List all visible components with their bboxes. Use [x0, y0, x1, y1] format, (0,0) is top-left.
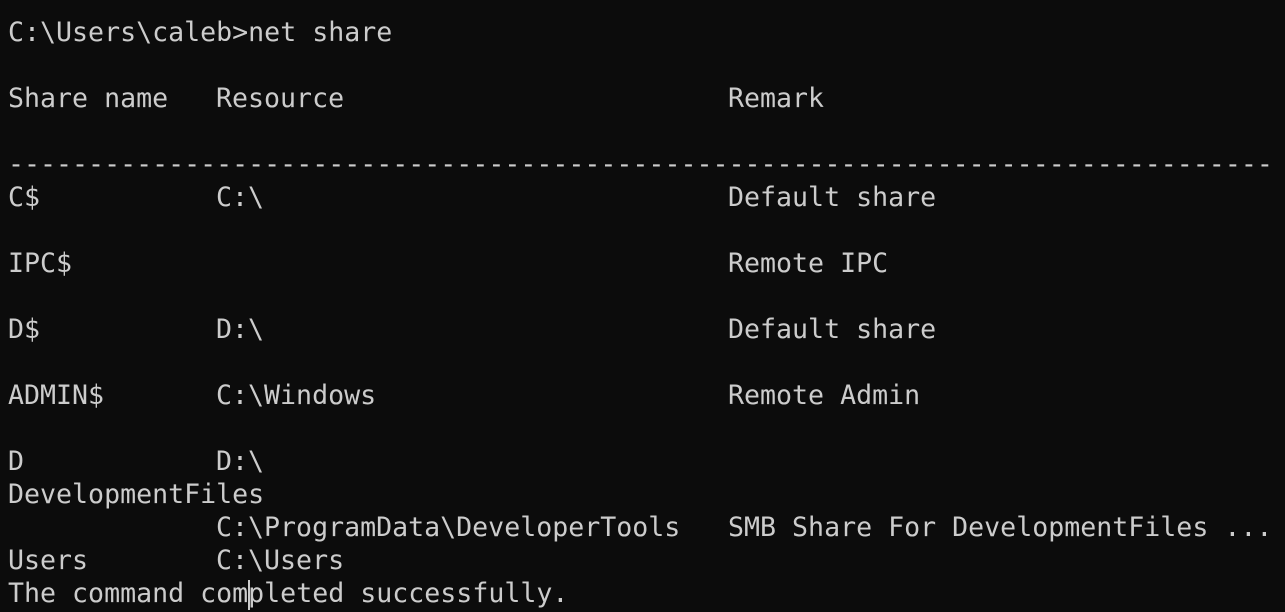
status-line: The command completed successfully.	[8, 578, 569, 609]
share-name: ADMIN$	[8, 380, 105, 411]
table-row: IPC$ Remote IPC	[8, 247, 1285, 280]
table-row: Users C:\Users	[8, 544, 1285, 577]
table-header: Share name Resource Remark	[8, 82, 1285, 115]
share-remark: Remote IPC	[728, 248, 889, 279]
command-text: net share	[248, 17, 393, 48]
table-row-wrapped-name: DevelopmentFiles	[8, 478, 1285, 511]
header-resource: Resource	[216, 83, 345, 114]
table-row: ADMIN$ C:\Windows Remote Admin	[8, 379, 1285, 412]
table-row: C$ C:\ Default share	[8, 181, 1285, 214]
share-remark: Default share	[728, 314, 937, 345]
share-name: D	[8, 446, 25, 477]
table-row: C:\ProgramData\DeveloperTools SMB Share …	[8, 511, 1285, 544]
header-share-name: Share name	[8, 83, 169, 114]
share-remark: Remote Admin	[728, 380, 921, 411]
share-name: DevelopmentFiles	[8, 479, 265, 510]
share-resource: C:\	[216, 182, 265, 213]
share-resource: C:\ProgramData\DeveloperTools	[216, 512, 681, 543]
share-resource: D:\	[216, 314, 265, 345]
share-name: Users	[8, 545, 89, 576]
prompt: C:\Users\caleb>	[8, 17, 249, 48]
table-row: D$ D:\ Default share	[8, 313, 1285, 346]
header-remark: Remark	[728, 83, 825, 114]
table-row: D D:\	[8, 445, 1285, 478]
text-cursor	[248, 580, 250, 610]
share-name: D$	[8, 314, 41, 345]
terminal-window[interactable]: C:\Users\caleb>net share Share name Reso…	[0, 0, 1285, 612]
share-resource: C:\Users	[216, 545, 345, 576]
share-resource: C:\Windows	[216, 380, 377, 411]
share-remark: Default share	[728, 182, 937, 213]
table-divider: ----------------------------------------…	[8, 149, 1273, 180]
share-remark: SMB Share For DevelopmentFiles ...	[728, 512, 1273, 543]
share-name: IPC$	[8, 248, 73, 279]
share-name: C$	[8, 182, 41, 213]
share-resource: D:\	[216, 446, 265, 477]
command-line: C:\Users\caleb>net share	[8, 16, 1285, 49]
